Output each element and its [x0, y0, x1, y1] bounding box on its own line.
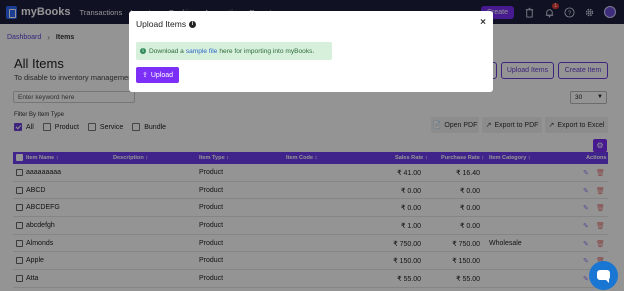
upload-label: Upload	[150, 71, 174, 79]
info-icon[interactable]: i	[189, 20, 197, 28]
close-icon[interactable]: ×	[480, 17, 486, 28]
sample-file-alert: i Download a sample file here for import…	[136, 42, 332, 60]
alert-suffix: here for importing into myBooks.	[219, 47, 315, 55]
chat-button[interactable]	[589, 261, 618, 290]
alert-prefix: Download a	[149, 47, 184, 55]
upload-button[interactable]: ⇪ Upload	[136, 67, 179, 83]
info-circle-icon: i	[140, 48, 146, 54]
chat-bubble-icon	[597, 270, 610, 283]
upload-items-modal: Upload Items i × i Download a sample fil…	[129, 11, 493, 92]
modal-title: Upload Items i	[136, 19, 197, 29]
upload-icon: ⇪	[141, 72, 148, 79]
sample-file-link[interactable]: sample file	[186, 48, 218, 55]
modal-title-text: Upload Items	[136, 19, 187, 29]
